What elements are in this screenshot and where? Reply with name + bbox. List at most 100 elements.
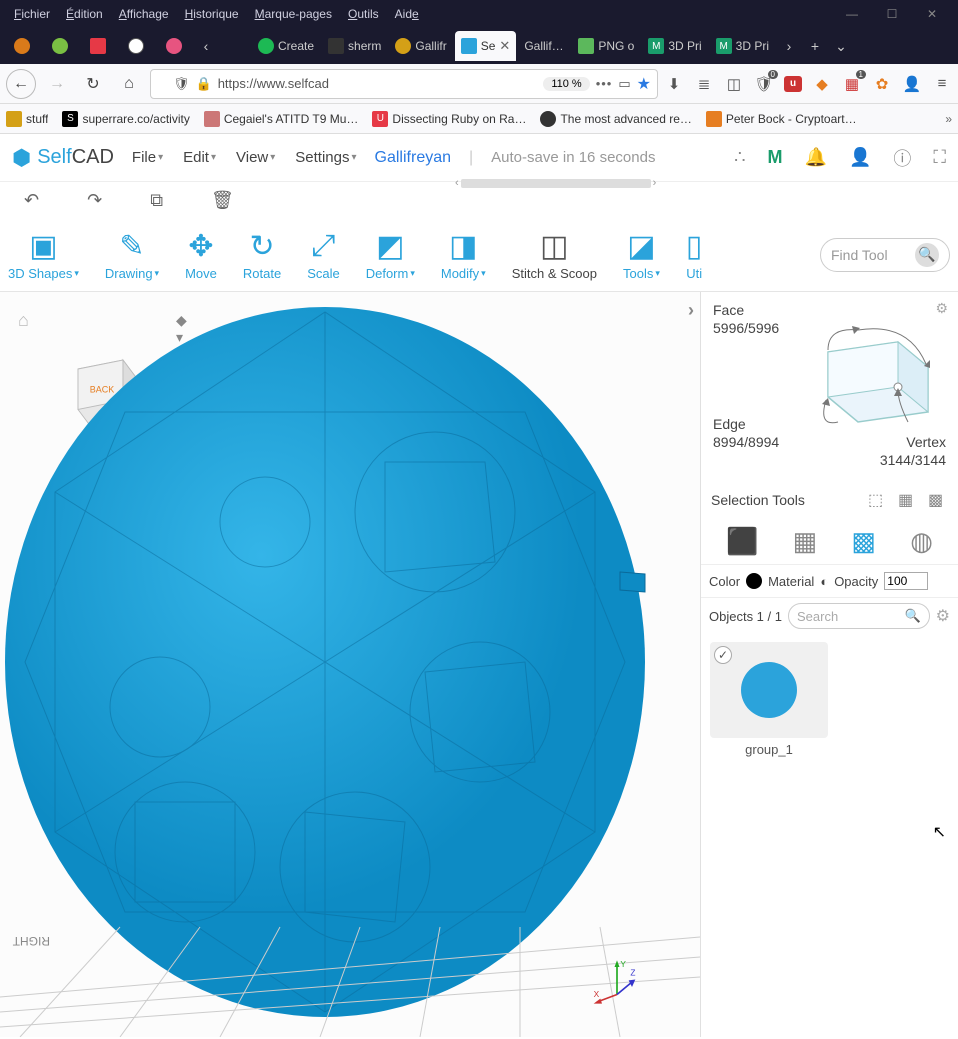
sel-tool-cube1-icon[interactable]: ▦ [898,490,918,510]
app-logo[interactable]: ⬢ SelfCAD [12,145,114,171]
model-disc[interactable] [5,292,675,1022]
fullscreen-icon[interactable]: ⛶ [933,147,946,168]
tool-3d-shapes[interactable]: ▣3D Shapes▾ [8,228,79,281]
menu-view[interactable]: View▾ [236,149,275,166]
zoom-badge[interactable]: 110 % [543,77,589,91]
bookmark-stuff[interactable]: stuff [6,111,48,127]
os-menu-aide[interactable]: Aide [387,4,427,24]
back-button[interactable]: ← [6,69,36,99]
sel-mode-wire-icon[interactable]: ▦ [793,526,818,557]
bookmark-superrare[interactable]: Ssuperrare.co/activity [62,111,189,127]
ext-icon-gear[interactable]: ✿ [872,74,892,94]
sel-mode-solid-icon[interactable]: ⬛ [726,526,758,557]
menu-settings[interactable]: Settings▾ [295,149,356,166]
collapse-panel-icon[interactable]: › [688,300,694,321]
tool-tools[interactable]: ◪Tools▾ [623,228,660,281]
sel-mode-face-icon[interactable]: ▩ [851,526,876,557]
home-button[interactable]: ⌂ [114,69,144,99]
tab-item-3dpri-1[interactable]: M3D Pri [642,31,707,61]
library-icon[interactable]: ≣ [694,74,714,94]
viewport-3d[interactable]: ⌂ ◆▾ BACK › [0,292,700,1037]
object-item[interactable]: ✓ group_1 [709,642,829,757]
bookmark-cegaiel[interactable]: Cegaiel's ATITD T9 Mu… [204,111,359,127]
tab-item-3dpri-2[interactable]: M3D Pri [710,31,775,61]
window-maximize-button[interactable]: ☐ [872,0,912,28]
tab-scroll-right[interactable]: › [777,38,801,54]
tab-item-gallifreyan[interactable]: Gallifreyan [518,31,570,61]
pinned-tab-1[interactable] [42,31,78,61]
new-tab-button[interactable]: + [803,38,827,54]
tool-modify[interactable]: ◨Modify▾ [441,228,486,281]
sidebar-icon[interactable]: ◫ [724,74,744,94]
pinned-tab-2[interactable] [80,31,116,61]
tab-item-gallifr[interactable]: Gallifr [389,31,452,61]
os-menu-outils[interactable]: Outils [340,4,387,24]
bookmark-ruby[interactable]: UDissecting Ruby on Ra… [372,111,526,127]
tab-close-icon[interactable]: ✕ [499,38,510,54]
tool-move[interactable]: ✥Move [185,228,217,281]
tab-overflow-button[interactable]: ⌄ [829,38,853,55]
tab-item-selfcad[interactable]: Se✕ [455,31,517,61]
tool-scale[interactable]: ⤢Scale [307,228,340,281]
tool-stitch-scoop[interactable]: ◫Stitch & Scoop [512,228,597,281]
sel-mode-edge-icon[interactable]: ◍ [910,526,933,557]
share-icon[interactable]: ∴ [734,147,745,168]
lock-icon[interactable]: 🔒 [196,76,212,92]
account-icon[interactable]: 👤 [902,74,922,94]
tab-item-png[interactable]: PNG o [572,31,640,61]
window-minimize-button[interactable]: — [832,0,872,28]
ublock-icon[interactable]: 🛡0 [754,74,774,94]
os-menu-edition[interactable]: Édition [58,4,111,24]
reader-icon[interactable]: ▭ [618,76,630,92]
undo-button[interactable]: ↶ [24,190,39,211]
tab-item[interactable] [220,31,250,61]
url-field[interactable]: 🛡 🔒 https://www.selfcad 110 % ••• ▭ ★ [150,69,658,99]
app-menu-icon[interactable]: ≡ [932,74,952,94]
header-scroll-hint[interactable]: ‹ › [455,177,656,189]
check-icon[interactable]: ✓ [714,646,732,664]
redo-button[interactable]: ↷ [87,190,102,211]
downloads-icon[interactable]: ⬇ [664,74,684,94]
m-icon[interactable]: M [768,147,783,168]
user-icon[interactable]: 👤 [849,147,871,168]
ext-icon-fox[interactable]: ◆ [812,74,832,94]
bookmark-peterbock[interactable]: Peter Bock - Cryptoart… [706,111,857,127]
bookmark-advanced[interactable]: The most advanced re… [540,111,691,127]
objects-gear-icon[interactable]: ⚙ [936,606,950,626]
tool-drawing[interactable]: ✎Drawing▾ [105,228,159,281]
objects-search-input[interactable]: Search 🔍 [788,603,930,629]
object-thumb[interactable]: ✓ [710,642,828,738]
ext-icon-badge[interactable]: ▦1 [842,74,862,94]
menu-file[interactable]: File▾ [132,149,163,166]
tab-item-create[interactable]: Create [252,31,320,61]
sel-tool-cursor-icon[interactable]: ⬚ [868,490,888,510]
os-menu-fichier[interactable]: Fichier [6,4,58,24]
gear-icon[interactable]: ⚙ [935,300,948,317]
find-tool-input[interactable]: Find Tool 🔍 [820,238,950,272]
chevron-right-icon[interactable]: › [653,177,657,189]
tool-deform[interactable]: ◩Deform▾ [366,228,415,281]
tab-scroll-left[interactable]: ‹ [194,38,218,54]
opacity-input[interactable] [884,572,928,590]
delete-button[interactable]: 🗑 [211,190,234,211]
material-icon[interactable]: ◐ [820,574,828,589]
os-menu-historique[interactable]: Historique [177,4,247,24]
project-name[interactable]: Gallifreyan [375,149,451,167]
page-actions-icon[interactable]: ••• [596,76,613,91]
forward-button[interactable]: → [42,69,72,99]
pinned-tab-4[interactable] [156,31,192,61]
shield-icon[interactable]: 🛡 [173,76,190,92]
info-icon[interactable]: ⓘ [893,145,911,171]
menu-edit[interactable]: Edit▾ [183,149,216,166]
tool-uti[interactable]: ▯Uti [686,228,703,281]
pinned-tab-0[interactable] [4,31,40,61]
chevron-left-icon[interactable]: ‹ [455,177,459,189]
tool-rotate[interactable]: ↻Rotate [243,228,281,281]
color-swatch[interactable] [746,573,762,589]
ext-icon-red[interactable]: u [784,76,802,92]
os-menu-affichage[interactable]: Affichage [111,4,177,24]
reload-button[interactable]: ↻ [78,69,108,99]
tab-item-sherm[interactable]: sherm [322,31,387,61]
bookmark-star-icon[interactable]: ★ [637,74,651,94]
bookmarks-overflow-icon[interactable]: » [945,112,952,126]
